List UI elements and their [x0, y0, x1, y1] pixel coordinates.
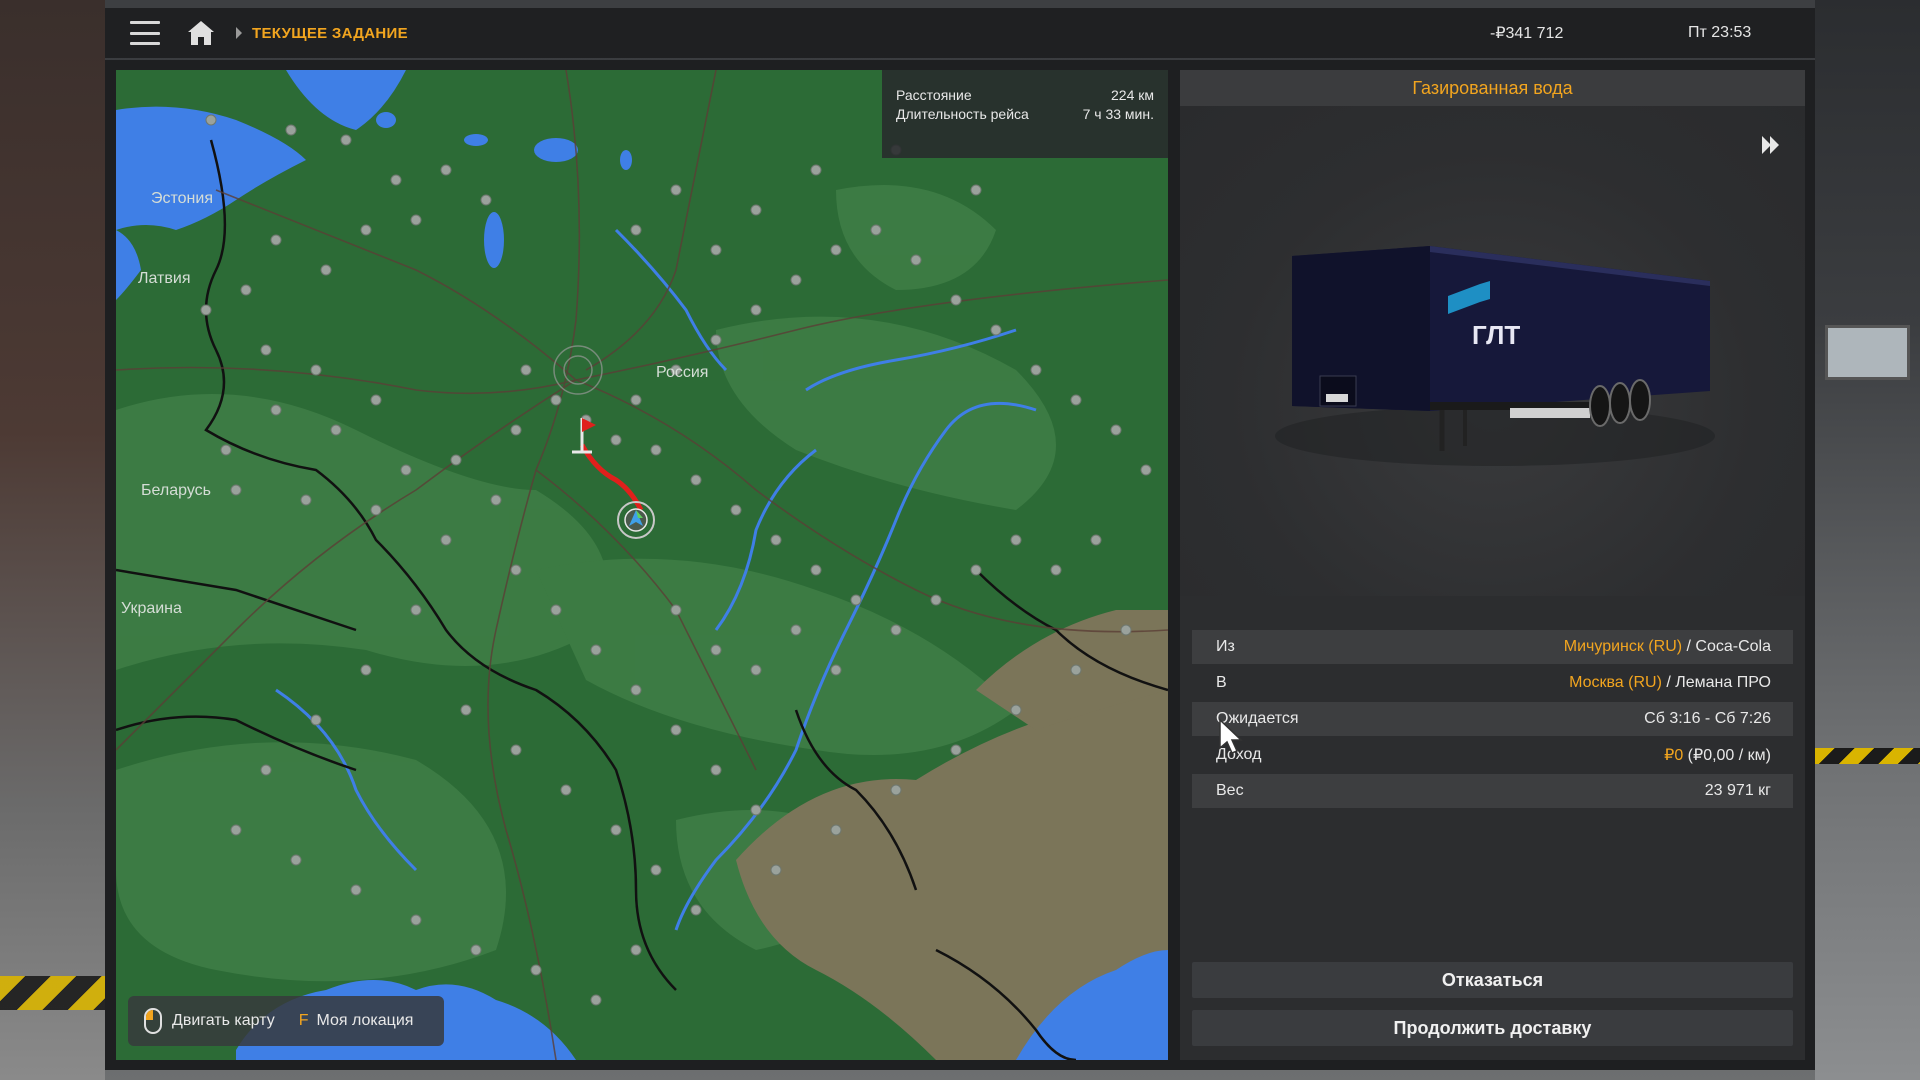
to-company: / Лемана ПРО — [1661, 674, 1771, 691]
detail-weight: Вес 23 971 кг — [1192, 774, 1793, 808]
distance-value: 224 км — [1111, 87, 1154, 103]
breadcrumb-chevron-icon — [236, 27, 242, 39]
map-label-russia: Россия — [656, 364, 709, 381]
mouse-cursor-icon — [1219, 718, 1243, 754]
my-location-hint[interactable]: Моя локация — [317, 1012, 414, 1030]
distance-label: Расстояние — [896, 87, 972, 103]
map-label-belarus: Беларусь — [141, 482, 211, 499]
from-city: Мичуринск (RU) — [1563, 638, 1683, 655]
trailer-preview[interactable]: ГЛТ — [1180, 106, 1805, 596]
map-controls-hint: Двигать карту F Моя локация — [128, 996, 444, 1046]
map-label-latvia: Латвия — [138, 270, 191, 287]
duration-value: 7 ч 33 мин. — [1082, 106, 1154, 122]
move-map-hint: Двигать карту — [172, 1012, 275, 1029]
hamburger-icon[interactable] — [130, 21, 160, 45]
hazard-stripe — [0, 976, 105, 1010]
detail-income: Доход ₽0 (₽0,00 / км) — [1192, 738, 1793, 772]
garage-background-left — [0, 0, 105, 1080]
continue-delivery-button[interactable]: Продолжить доставку — [1192, 1010, 1793, 1046]
truck-position-icon — [617, 501, 655, 539]
mouse-icon — [144, 1008, 162, 1034]
top-bar: ТЕКУЩЕЕ ЗАДАНИЕ -₽341 712 Пт 23:53 — [105, 8, 1815, 58]
detail-to: В Москва (RU) / Лемана ПРО — [1192, 666, 1793, 700]
map-label-ukraine: Украина — [121, 600, 182, 617]
expected-value: Сб 3:16 - Сб 7:26 — [1644, 710, 1771, 727]
income-value: ₽0 — [1664, 747, 1684, 764]
map-label-estonia: Эстония — [151, 190, 213, 207]
route-info-panel: Расстояние 224 км Длительность рейса 7 ч… — [882, 70, 1168, 158]
cargo-panel: Газированная вода ГЛТ Из Мичуринск (RU) … — [1180, 70, 1805, 1060]
garage-window — [1825, 325, 1910, 380]
trailer-image: ГЛТ — [1275, 246, 1715, 466]
route-line — [579, 443, 644, 512]
job-panel: Эстония Латвия Россия Беларусь Украина Р… — [105, 60, 1815, 1070]
next-trailer-icon[interactable] — [1759, 134, 1781, 156]
garage-background-right — [1815, 0, 1920, 1080]
to-city: Москва (RU) — [1569, 674, 1662, 691]
detail-expected: Ожидается Сб 3:16 - Сб 7:26 — [1192, 702, 1793, 736]
home-icon[interactable] — [186, 19, 216, 47]
key-f-badge: F — [298, 1012, 309, 1029]
route-map[interactable]: Эстония Латвия Россия Беларусь Украина Р… — [116, 70, 1168, 1060]
money-balance: -₽341 712 — [1490, 25, 1564, 42]
map-canvas — [116, 70, 1168, 1060]
income-rate: (₽0,00 / км) — [1683, 747, 1771, 764]
from-label: Из — [1216, 638, 1235, 655]
decline-button[interactable]: Отказаться — [1192, 962, 1793, 998]
job-details: Из Мичуринск (RU) / Coca-Cola В Москва (… — [1192, 630, 1793, 810]
detail-from: Из Мичуринск (RU) / Coca-Cola — [1192, 630, 1793, 664]
trailer-brand: ГЛТ — [1472, 320, 1520, 350]
weight-label: Вес — [1216, 782, 1244, 799]
from-company: / Coca-Cola — [1682, 638, 1771, 655]
hazard-stripe — [1815, 748, 1920, 764]
duration-label: Длительность рейса — [896, 106, 1029, 122]
cargo-title: Газированная вода — [1180, 70, 1805, 106]
to-label: В — [1216, 674, 1227, 691]
breadcrumb[interactable]: ТЕКУЩЕЕ ЗАДАНИЕ — [252, 25, 408, 42]
weight-value: 23 971 кг — [1704, 782, 1771, 799]
game-clock: Пт 23:53 — [1688, 24, 1752, 41]
